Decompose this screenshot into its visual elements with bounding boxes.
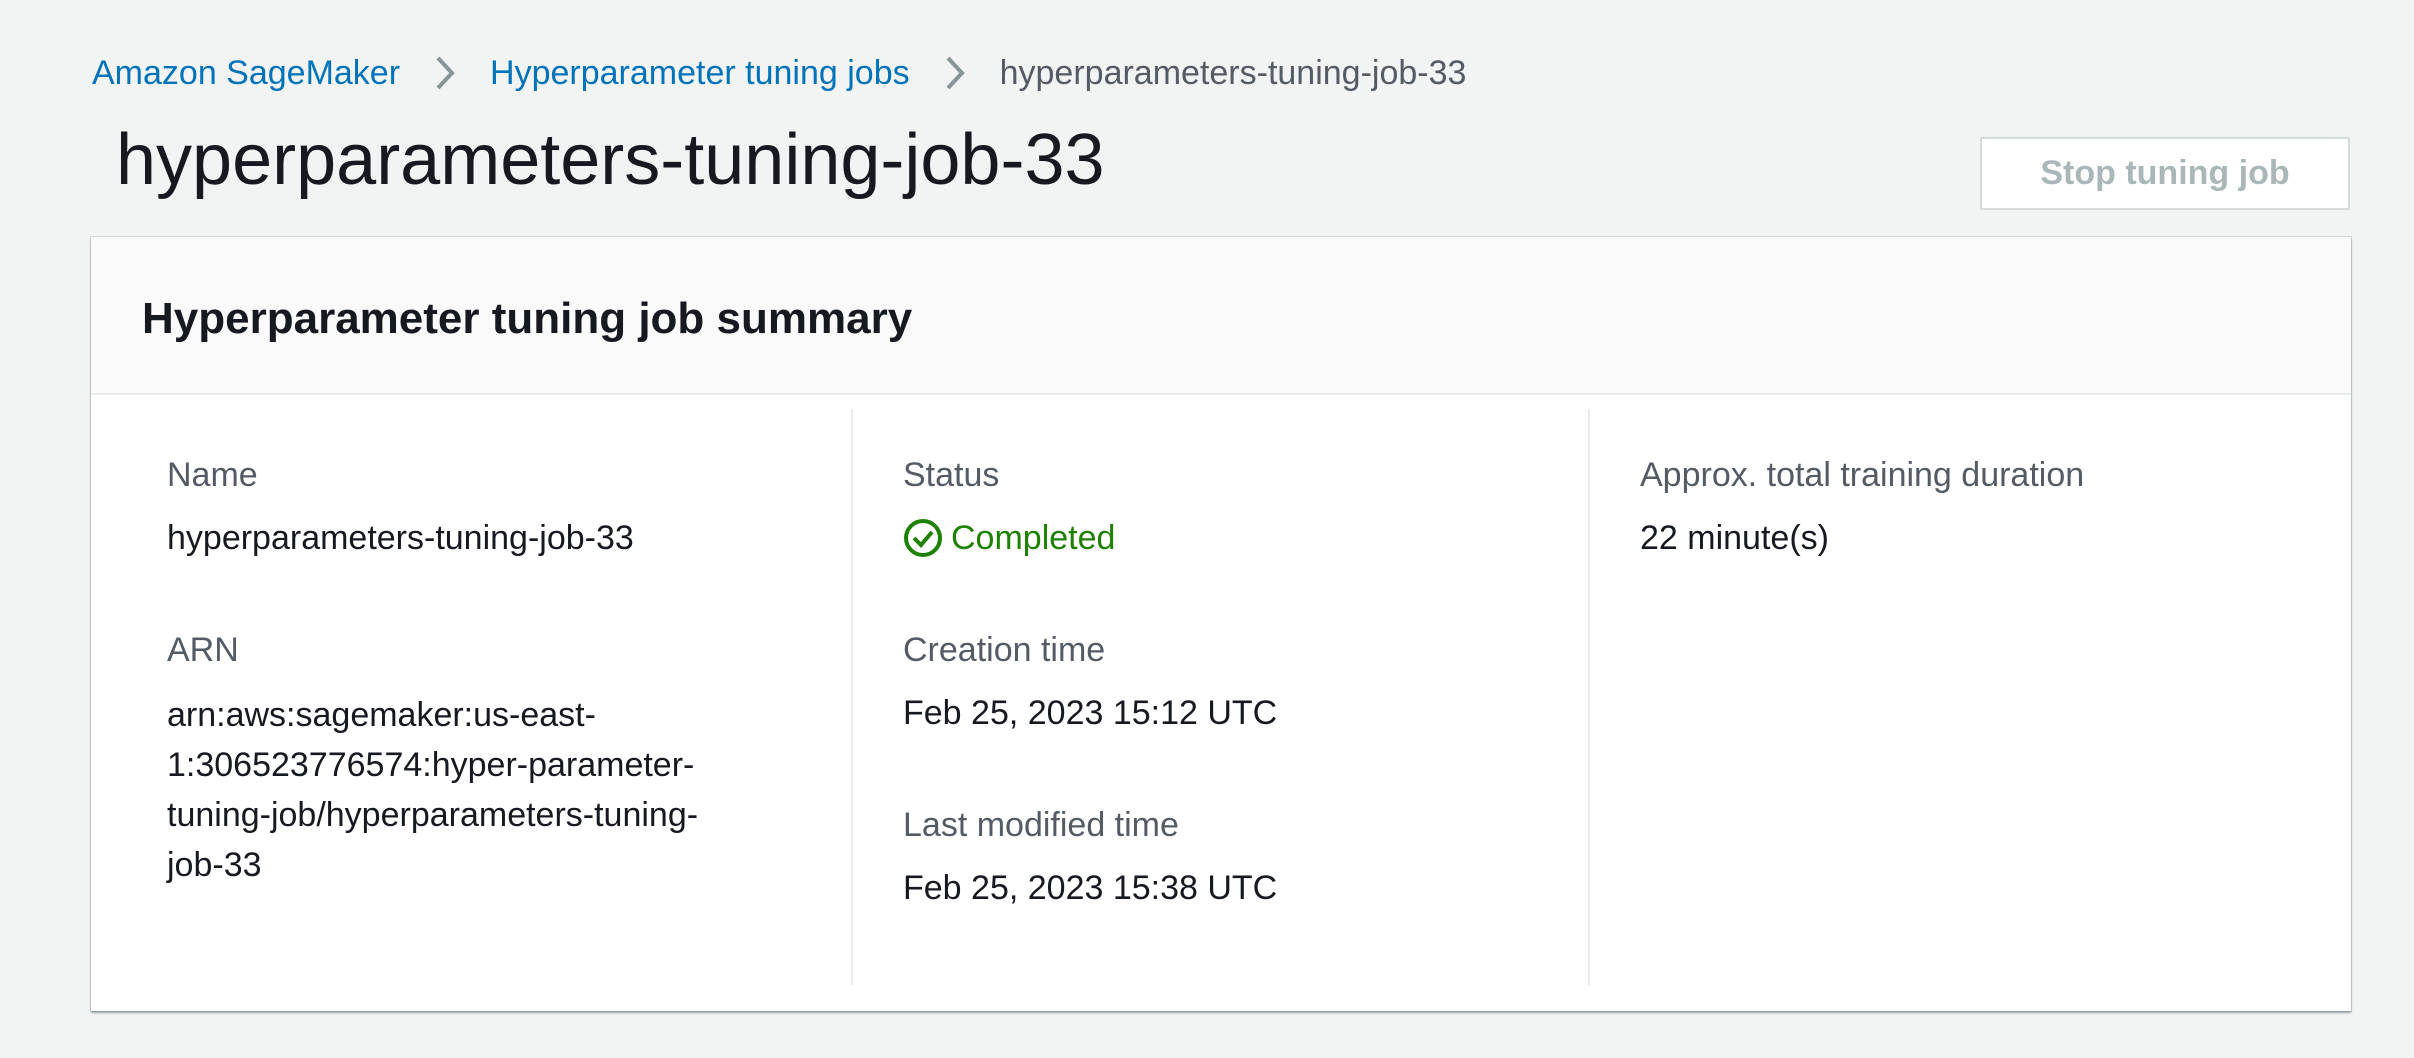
breadcrumb: Amazon SageMaker Hyperparameter tuning j… — [92, 48, 1466, 98]
last-modified-field: Last modified time Feb 25, 2023 15:38 UT… — [903, 801, 1277, 913]
creation-time-value: Feb 25, 2023 15:12 UTC — [903, 694, 1278, 732]
creation-time-field: Creation time Feb 25, 2023 15:12 UTC — [903, 626, 1277, 738]
duration-value: 22 minute(s) — [1640, 519, 1829, 557]
arn-value-line: arn:aws:sagemaker:us-east- — [167, 696, 596, 734]
last-modified-label: Last modified time — [903, 806, 1179, 844]
summary-card: Hyperparameter tuning job summary Name h… — [91, 237, 2351, 1011]
status-field: Status Completed — [903, 451, 1115, 563]
page-title: hyperparameters-tuning-job-33 — [116, 120, 1105, 200]
breadcrumb-current: hyperparameters-tuning-job-33 — [999, 53, 1467, 92]
summary-body: Name hyperparameters-tuning-job-33 ARN a… — [91, 395, 2351, 1009]
arn-label: ARN — [167, 631, 239, 669]
breadcrumb-hyperparameter-tuning-jobs[interactable]: Hyperparameter tuning jobs — [490, 54, 910, 93]
summary-column-3: Approx. total training duration 22 minut… — [1588, 409, 2352, 985]
name-value: hyperparameters-tuning-job-33 — [167, 519, 634, 557]
arn-value: arn:aws:sagemaker:us-east- 1:30652377657… — [167, 690, 698, 890]
arn-value-line: tuning-job/hyperparameters-tuning- — [167, 796, 699, 834]
summary-column-2: Status Completed Creation time Feb 25, 2… — [851, 409, 1588, 985]
arn-value-line: job-33 — [167, 846, 262, 884]
status-text: Completed — [951, 519, 1116, 557]
chevron-right-icon — [910, 48, 1000, 98]
check-circle-icon — [903, 518, 943, 558]
stop-tuning-job-button[interactable]: Stop tuning job — [1980, 137, 2350, 210]
name-label: Name — [167, 456, 258, 494]
duration-label: Approx. total training duration — [1640, 456, 2085, 494]
arn-field: ARN arn:aws:sagemaker:us-east- 1:3065237… — [167, 626, 698, 890]
duration-field: Approx. total training duration 22 minut… — [1640, 451, 2084, 563]
last-modified-value: Feb 25, 2023 15:38 UTC — [903, 869, 1278, 907]
creation-time-label: Creation time — [903, 631, 1106, 669]
arn-value-line: 1:306523776574:hyper-parameter- — [167, 746, 695, 784]
summary-column-1: Name hyperparameters-tuning-job-33 ARN a… — [91, 409, 851, 985]
breadcrumb-amazon-sagemaker[interactable]: Amazon SageMaker — [92, 54, 400, 93]
status-value: Completed — [903, 513, 1115, 563]
summary-card-header: Hyperparameter tuning job summary — [91, 237, 2351, 395]
chevron-right-icon — [400, 48, 490, 98]
name-field: Name hyperparameters-tuning-job-33 — [167, 451, 634, 563]
summary-title: Hyperparameter tuning job summary — [142, 294, 913, 343]
status-label: Status — [903, 456, 1000, 494]
